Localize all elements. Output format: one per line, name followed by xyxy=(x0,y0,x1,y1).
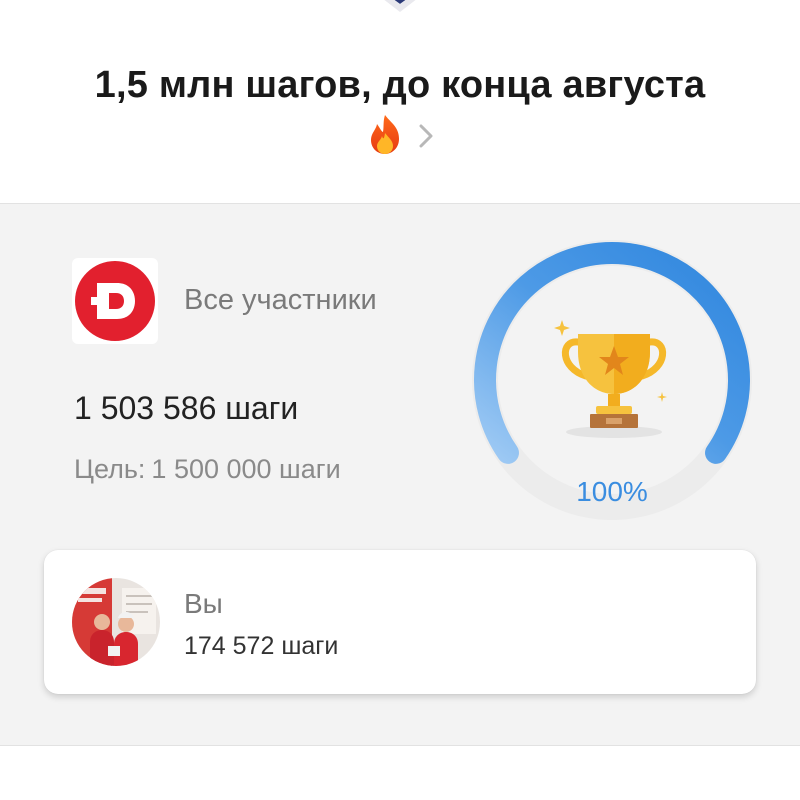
team-steps-total: 1 503 586 шаги xyxy=(74,390,299,426)
challenge-badge-icon xyxy=(384,0,416,12)
goal-value: 1 500 000 шаги xyxy=(151,454,341,484)
team-label: Все участники xyxy=(184,284,377,316)
challenge-title-row[interactable] xyxy=(0,114,800,158)
fire-icon xyxy=(365,113,405,160)
avatar xyxy=(72,578,160,666)
challenge-title: 1,5 млн шагов, до конца августа xyxy=(94,64,706,106)
you-steps: 174 572 шаги xyxy=(184,632,339,660)
you-card[interactable]: Вы 174 572 шаги xyxy=(44,550,756,694)
goal-line: Цель: 1 500 000 шаги xyxy=(74,454,341,485)
you-name: Вы xyxy=(184,588,223,619)
chevron-right-icon[interactable] xyxy=(417,123,435,149)
progress-percent: 100% xyxy=(576,476,648,507)
team-logo xyxy=(72,258,158,344)
goal-label: Цель: xyxy=(74,454,146,484)
